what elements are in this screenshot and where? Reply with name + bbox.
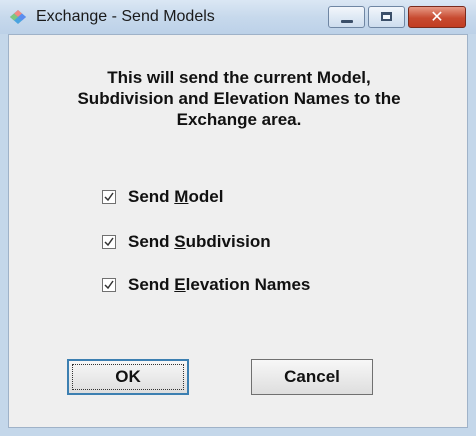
cancel-button-label: Cancel: [284, 367, 340, 386]
send-model-label: Send Model: [128, 187, 224, 206]
title-bar[interactable]: Exchange - Send Models ✕: [0, 0, 476, 34]
check-mark-icon: [104, 192, 114, 202]
send-elevation-names-checkbox[interactable]: Send Elevation Names: [102, 274, 310, 296]
window-title: Exchange - Send Models: [36, 8, 215, 25]
dialog-message: This will send the current Model, Subdiv…: [77, 68, 401, 129]
close-icon: ✕: [430, 7, 444, 26]
checkbox-box: [102, 190, 116, 204]
check-mark-icon: [104, 237, 114, 247]
send-subdivision-checkbox[interactable]: Send Subdivision: [102, 231, 271, 253]
maximize-button[interactable]: [368, 6, 405, 28]
dialog-body: This will send the current Model, Subdiv…: [8, 34, 468, 428]
cancel-button[interactable]: Cancel: [251, 359, 373, 395]
focus-ring: [72, 364, 184, 390]
send-elevation-names-label: Send Elevation Names: [128, 275, 311, 294]
minimize-button[interactable]: [328, 6, 365, 28]
checkbox-box: [102, 235, 116, 249]
close-button[interactable]: ✕: [408, 6, 466, 28]
send-model-checkbox[interactable]: Send Model: [102, 186, 223, 208]
app-diamond-icon: [8, 8, 28, 26]
checkbox-box: [102, 278, 116, 292]
send-subdivision-label: Send Subdivision: [128, 232, 271, 251]
ok-button[interactable]: OK: [67, 359, 189, 395]
dialog-window: Exchange - Send Models ✕ This will send …: [0, 0, 476, 436]
maximize-icon: [381, 12, 392, 21]
check-mark-icon: [104, 280, 114, 290]
minimize-icon: [341, 20, 353, 23]
